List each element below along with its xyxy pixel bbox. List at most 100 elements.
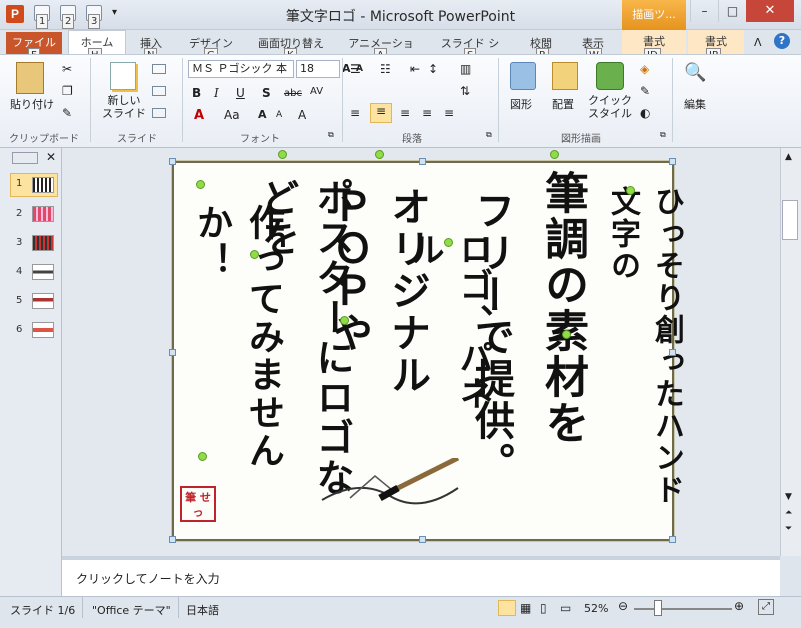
numbering-icon[interactable]: ☷ <box>380 62 391 76</box>
line-spacing-icon[interactable]: ↕ <box>428 62 438 76</box>
justify-icon[interactable]: ≡ <box>422 106 432 120</box>
scroll-up-icon[interactable]: ▲ <box>785 152 792 162</box>
quick-styles-button[interactable]: クイック スタイル <box>588 94 632 120</box>
selection-handle[interactable] <box>169 349 176 356</box>
selection-handle[interactable] <box>169 158 176 165</box>
font-name-select[interactable]: ＭＳ Ｐゴシック 本 <box>188 60 294 78</box>
italic-button[interactable]: I <box>214 86 219 100</box>
zoom-level[interactable]: 52% <box>584 602 608 615</box>
bold-button[interactable]: B <box>192 86 201 100</box>
help-icon[interactable]: ? <box>774 33 790 49</box>
edit-button[interactable]: 編集 <box>684 96 706 112</box>
reset-icon[interactable] <box>152 86 166 96</box>
reading-view-icon[interactable]: ▯ <box>540 601 547 615</box>
section-icon[interactable] <box>152 108 166 118</box>
cut-icon[interactable]: ✂ <box>62 62 72 76</box>
grow-font-icon-2[interactable]: A <box>258 108 267 121</box>
rotation-handle[interactable] <box>375 150 384 159</box>
quick-styles-icon[interactable] <box>596 62 624 90</box>
zoom-slider-thumb[interactable] <box>654 600 662 616</box>
drawing-dialog-launcher-icon[interactable]: ⧉ <box>660 130 666 140</box>
align-center-icon[interactable]: ≡ <box>370 103 392 123</box>
paste-button[interactable]: 貼り付け <box>10 96 54 112</box>
fit-slide-icon[interactable]: ⤢ <box>758 599 774 615</box>
slide-sorter-view-icon[interactable]: ▦ <box>520 601 531 615</box>
rotation-handle[interactable] <box>278 150 287 159</box>
copy-icon[interactable]: ❐ <box>62 84 73 98</box>
slide-thumbnail-4[interactable] <box>32 264 54 280</box>
bullets-icon[interactable]: ☰ <box>350 62 361 76</box>
slideshow-view-icon[interactable]: ▭ <box>560 601 571 615</box>
rotation-handle[interactable] <box>626 186 635 195</box>
slide-thumbnail-5[interactable] <box>32 293 54 309</box>
shapes-icon[interactable] <box>510 62 536 90</box>
normal-view-icon[interactable] <box>498 600 516 616</box>
outline-tab-icon[interactable] <box>12 152 38 164</box>
slide-thumbnail-1[interactable] <box>32 177 54 193</box>
text-direction-icon[interactable]: ⇅ <box>460 84 470 98</box>
selection-handle[interactable] <box>669 158 676 165</box>
new-slide-icon[interactable] <box>110 62 136 90</box>
scroll-down-icon[interactable]: ▼ <box>785 492 792 502</box>
ribbon-collapse-icon[interactable]: ᐱ <box>754 36 762 49</box>
underline-button[interactable]: U <box>236 86 245 100</box>
rotation-handle[interactable] <box>550 150 559 159</box>
char-spacing-button[interactable]: AV <box>310 86 323 97</box>
paste-icon[interactable] <box>16 62 44 94</box>
find-icon[interactable]: 🔍 <box>684 62 706 83</box>
slide-text-column-6[interactable]: 筆調の素材を <box>530 170 594 470</box>
slide-thumbnail-2[interactable] <box>32 206 54 222</box>
font-size-select[interactable]: 18 <box>296 60 340 78</box>
columns-icon[interactable]: ▥ <box>460 62 471 76</box>
rotation-handle[interactable] <box>250 250 259 259</box>
rotation-handle[interactable] <box>340 316 349 325</box>
selection-handle[interactable] <box>419 536 426 543</box>
slide-thumbnail-3[interactable] <box>32 235 54 251</box>
shapes-button[interactable]: 図形 <box>510 96 532 112</box>
rotation-handle[interactable] <box>562 330 571 339</box>
paragraph-dialog-launcher-icon[interactable]: ⧉ <box>486 130 492 140</box>
maximize-button[interactable]: □ <box>718 0 746 22</box>
arrange-button[interactable]: 配置 <box>552 96 574 112</box>
selection-handle[interactable] <box>169 536 176 543</box>
arrange-icon[interactable] <box>552 62 578 90</box>
slide-thumbnail-6[interactable] <box>32 322 54 338</box>
new-slide-button[interactable]: 新しい スライド <box>102 94 146 120</box>
font-color-button[interactable]: A <box>194 108 204 123</box>
brush-illustration[interactable] <box>320 455 460 508</box>
align-right-icon[interactable]: ≡ <box>400 106 410 120</box>
zoom-in-icon[interactable]: ⊕ <box>734 599 744 613</box>
shrink-font-icon-2[interactable]: A <box>276 110 282 120</box>
close-button[interactable]: ✕ <box>746 0 794 22</box>
zoom-out-icon[interactable]: ⊖ <box>618 599 628 613</box>
slide-text-column-7[interactable]: ひっそり創ったハンド文字の <box>600 186 688 526</box>
slide-text-column-5[interactable]: フリーで提供。 <box>462 190 520 490</box>
shape-outline-icon[interactable]: ✎ <box>640 84 650 98</box>
shape-effects-icon[interactable]: ◐ <box>640 106 650 120</box>
next-slide-icon[interactable]: ⏷ <box>785 524 792 534</box>
rotation-handle[interactable] <box>444 238 453 247</box>
seal-stamp[interactable]: 筆 せっ <box>180 486 216 522</box>
rotation-handle[interactable] <box>196 180 205 189</box>
rotation-handle[interactable] <box>198 452 207 461</box>
align-left-icon[interactable]: ≡ <box>350 106 360 120</box>
shape-fill-icon[interactable]: ◈ <box>640 62 649 76</box>
minimize-button[interactable]: – <box>690 0 718 22</box>
previous-slide-icon[interactable]: ⏶ <box>785 508 792 518</box>
selection-handle[interactable] <box>419 158 426 165</box>
scroll-thumb[interactable] <box>782 200 798 240</box>
font-dialog-launcher-icon[interactable]: ⧉ <box>328 130 334 140</box>
close-pane-icon[interactable]: ✕ <box>46 150 56 164</box>
decrease-indent-icon[interactable]: ⇤ <box>410 62 420 76</box>
distribute-icon[interactable]: ≡ <box>444 106 454 120</box>
strikethrough-button[interactable]: abc <box>284 88 302 99</box>
shadow-button[interactable]: S <box>262 86 271 100</box>
notes-placeholder[interactable]: クリックしてノートを入力 <box>76 570 220 587</box>
clear-format-icon[interactable]: A <box>298 108 306 122</box>
format-painter-icon[interactable]: ✎ <box>62 106 72 120</box>
selection-handle[interactable] <box>669 349 676 356</box>
layout-icon[interactable] <box>152 64 166 74</box>
zoom-slider-track[interactable] <box>634 608 732 610</box>
selection-handle[interactable] <box>669 536 676 543</box>
change-case-button[interactable]: Aa <box>224 108 240 122</box>
